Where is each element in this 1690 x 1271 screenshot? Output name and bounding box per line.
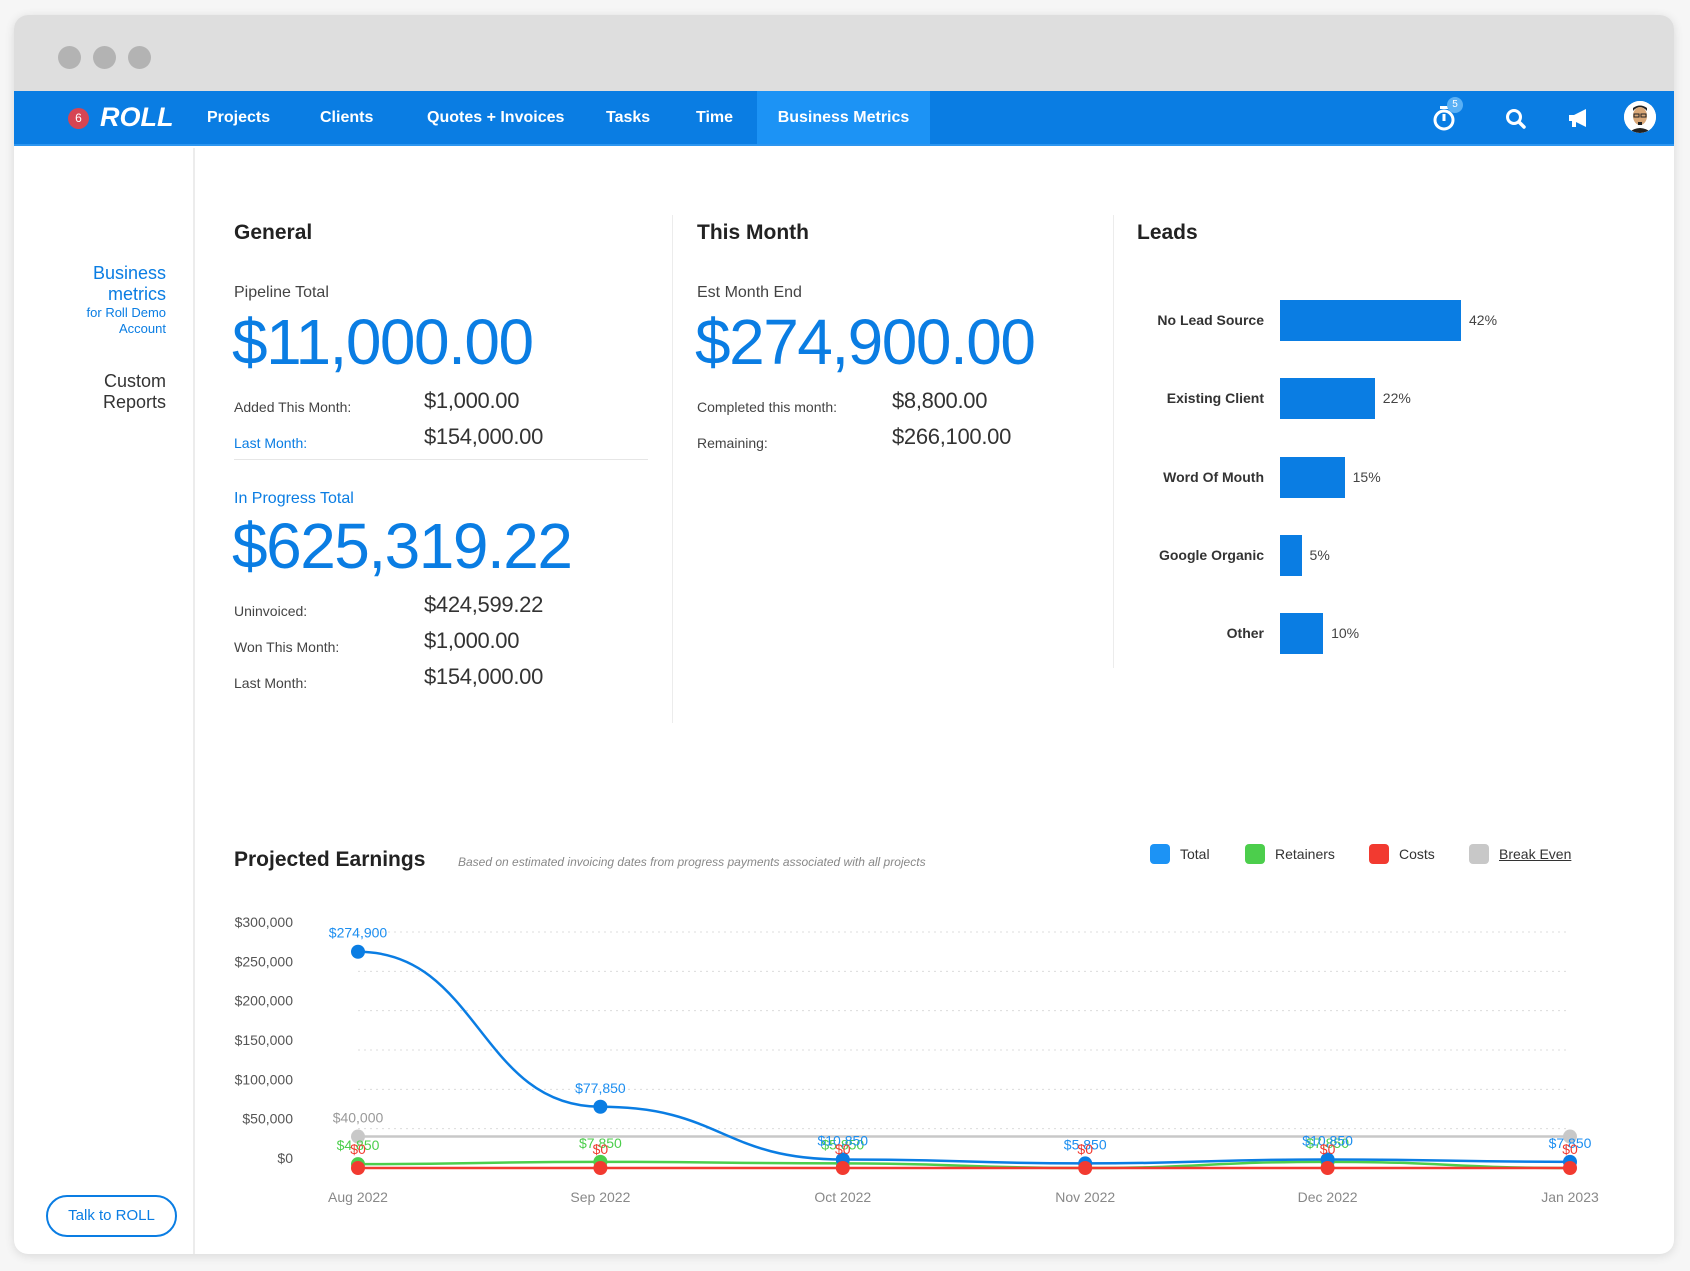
total-point: [351, 944, 365, 959]
app-window: 6 ROLL Projects Clients Quotes + Invoice…: [14, 15, 1674, 1254]
total-data-label: $77,850: [575, 1080, 626, 1096]
costs-data-label: $0: [1562, 1141, 1578, 1157]
lead-label: Other: [1226, 625, 1264, 642]
y-tick-label: $100,000: [235, 1071, 294, 1087]
y-tick-label: $0: [277, 1150, 293, 1166]
x-tick-label: Jan 2023: [1541, 1189, 1599, 1205]
lead-percent: 10%: [1331, 625, 1360, 642]
break-even-data-label: $40,000: [333, 1110, 384, 1126]
x-tick-label: Nov 2022: [1055, 1189, 1115, 1205]
lead-label: Google Organic: [1158, 546, 1264, 563]
lead-bar[interactable]: [1280, 300, 1461, 341]
y-tick-label: $150,000: [235, 1032, 294, 1048]
costs-point: [1078, 1161, 1093, 1175]
lead-percent: 15%: [1352, 468, 1381, 485]
total-point: [593, 1099, 608, 1114]
total-line: [357, 950, 1571, 1165]
lead-bar[interactable]: [1280, 613, 1324, 655]
costs-data-label: $0: [1077, 1141, 1093, 1157]
y-tick-label: $50,000: [242, 1111, 293, 1127]
costs-data-label: $0: [593, 1141, 609, 1157]
costs-data-label: $0: [1320, 1141, 1336, 1157]
y-tick-label: $200,000: [235, 993, 294, 1009]
lead-percent: 22%: [1382, 390, 1411, 407]
costs-data-label: $0: [350, 1141, 366, 1157]
lead-bar[interactable]: [1280, 378, 1375, 420]
costs-point: [351, 1161, 365, 1175]
lead-bar[interactable]: [1280, 534, 1302, 576]
lead-percent: 5%: [1309, 546, 1330, 563]
lead-label: Word Of Mouth: [1163, 468, 1264, 485]
x-tick-label: Sep 2022: [570, 1189, 630, 1205]
costs-point: [593, 1161, 608, 1175]
lead-percent: 42%: [1469, 312, 1498, 328]
costs-data-label: $0: [835, 1141, 851, 1157]
costs-point: [1320, 1161, 1335, 1175]
x-tick-label: Oct 2022: [814, 1189, 871, 1205]
lead-bar[interactable]: [1280, 456, 1345, 498]
projected-earnings-chart: $0 $50,000 $100,000 $150,000 $200,000 $250,00…: [235, 914, 1599, 1205]
y-tick-label: $250,000: [235, 953, 294, 969]
costs-point: [835, 1161, 850, 1175]
x-tick-label: Aug 2022: [328, 1189, 388, 1205]
total-data-label: $274,900: [329, 925, 388, 941]
costs-point: [1563, 1161, 1577, 1175]
lead-label: Existing Client: [1166, 390, 1264, 407]
x-tick-label: Dec 2022: [1298, 1189, 1358, 1205]
lead-label: No Lead Source: [1157, 312, 1264, 328]
y-tick-label: $300,000: [235, 914, 294, 930]
